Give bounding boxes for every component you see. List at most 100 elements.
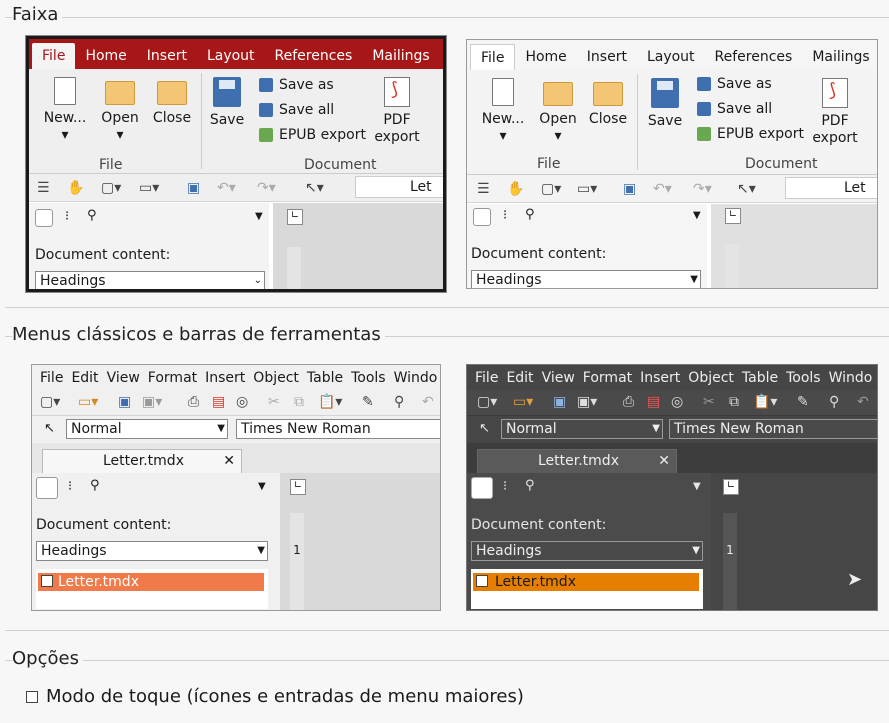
copy-icon: ⧉ [729,394,739,410]
chevron-down-icon: ▼ [255,211,263,222]
pdf-export-button: PDF export [807,78,863,147]
headings-select: Headings ▼ [471,270,701,288]
sidebar: ⁝ ⚲ ▼ Document content: Headings ⌄ [29,203,269,289]
group-label-document: Document [745,156,818,172]
save-icon [651,78,679,108]
save-all-button: Save all [259,102,334,118]
new-small-icon: ▢▾ [541,181,562,197]
menu-insert: Insert [205,370,246,386]
open-button: Open ▾ [95,77,145,144]
group-label-file: File [537,156,561,172]
menu-tools: Tools [786,370,821,386]
save-button: Save [205,77,249,129]
vertical-ruler: 1 [723,513,737,610]
cut-icon: ✂ [268,394,280,410]
doc-content-label: Document content: [35,247,171,263]
group-label-document: Document [304,157,377,173]
close-button: Close [147,77,197,127]
save-icon [213,77,241,107]
standard-toolbar: ▢▾ ▭▾ ▣ ▣▾ ⎙ ▤ ◎ ✂ ⧉ 📋▾ ✎ ⚲ ↶ [467,390,877,416]
menu-bar: File Edit View Format Insert Object Tabl… [467,367,877,389]
save-icon: ▣ [118,394,132,410]
list-icon: ⁝ [503,208,508,223]
menu-insert: Insert [640,370,681,386]
menu-bar: File Edit View Format Insert Object Tabl… [32,367,440,389]
chevron-down-icon: ▼ [693,481,701,492]
new-icon: ▢▾ [40,394,61,410]
search-icon: ⚲ [394,394,405,410]
sidebar: ⁝ ⚲ ▼ Document content: Headings ▼ Letter… [467,473,711,610]
ribbon-light-option[interactable]: File Home Insert Layout References Maili… [466,39,878,289]
pointer-icon: ↖ [44,421,55,436]
save-all-icon [697,102,711,116]
open-icon: ▭▾ [78,394,99,410]
menu-icon: ☰ [37,180,50,196]
new-button: New... ▾ [475,78,531,145]
list-item: Letter.tmdx [38,573,264,591]
tab-file: File [32,43,76,69]
list-icon: ⁝ [65,209,70,224]
ribbon-panel: New... ▾ Open ▾ Close Save Save as Save al… [29,69,443,174]
chevron-down-icon: ▼ [693,210,701,221]
search-icon: ⚲ [90,478,100,493]
epub-export-button: EPUB export [259,127,366,143]
section-title-options: Opções [12,648,83,669]
new-document-icon [492,78,514,106]
menu-view: View [541,370,575,386]
doc-tab: Letter.tmdx ✕ [42,449,242,473]
tab-references: References [274,48,353,64]
document-area: ∟ [273,203,443,289]
menu-table: Table [306,370,344,386]
tab-stop-icon: ∟ [287,209,303,225]
ribbon-red-option[interactable]: File Home Insert Layout References Maili… [25,35,447,293]
touch-mode-checkbox[interactable] [26,690,38,703]
standard-toolbar: ▢▾ ▭▾ ▣ ▣▾ ⎙ ▤ ◎ ✂ ⧉ 📋▾ ✎ ⚲ ↶ [32,390,440,416]
epub-icon [259,128,273,142]
hand-icon: ✋ [507,181,525,197]
pointer-icon: ↖▾ [737,181,756,197]
pdf-icon: ▤ [212,394,226,410]
pdf-export-button: PDF export [369,77,425,146]
classic-light-option[interactable]: File Edit View Format Insert Object Tabl… [31,364,441,611]
undo-icon: ↶▾ [217,180,236,196]
menu-table: Table [741,370,779,386]
tab-references: References [714,49,793,65]
format-painter-icon: ✎ [362,394,374,410]
search-icon: ⚲ [829,394,840,410]
tab-stop-icon: ∟ [290,479,306,495]
open-small-icon: ▭▾ [139,180,160,196]
pdf-icon: ▤ [647,394,661,410]
cut-icon: ✂ [703,394,715,410]
menu-view: View [106,370,140,386]
tab-mailings: Mailings [372,48,430,64]
vertical-ruler: 1 [290,513,304,610]
style-select: Normal ▼ [501,419,663,439]
folder-icon [543,82,573,106]
save-as-button: Save as [697,76,772,92]
close-folder-icon [157,81,187,105]
classic-dark-option[interactable]: File Edit View Format Insert Object Tabl… [466,364,878,611]
print-icon: ⎙ [188,394,200,410]
search-icon: ⚲ [87,208,97,223]
menu-edit: Edit [71,370,99,386]
style-select: Normal ▼ [66,419,228,439]
tab-mailings: Mailings [812,49,870,65]
font-select: Times New Roman [236,419,440,439]
search-icon: ⚲ [525,207,535,222]
close-icon: ✕ [223,453,235,469]
close-folder-icon [593,82,623,106]
close-button: Close [583,78,633,128]
undo-icon: ↶ [422,394,434,410]
print-icon: ⎙ [623,394,635,410]
save-as-icon [259,78,273,92]
tab-insert: Insert [146,48,187,64]
preview-icon: ◎ [671,394,684,410]
doc-tab: Let [785,177,877,199]
epub-icon [697,127,711,141]
touch-mode-option[interactable]: Modo de toque (ícones e entradas de menu… [26,686,524,707]
tab-stop-icon: ∟ [723,479,739,495]
save-all-icon [259,103,273,117]
menu-file: File [475,370,499,386]
undo-icon: ↶▾ [653,181,672,197]
font-select: Times New Roman [669,419,877,439]
